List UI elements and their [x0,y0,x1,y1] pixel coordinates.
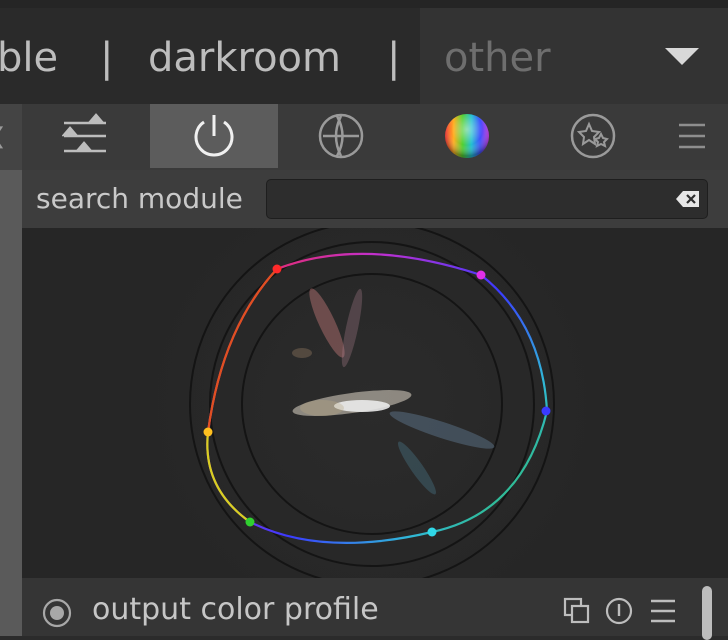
sliders-icon [62,113,106,153]
module-menu-icon[interactable] [648,596,678,626]
view-other[interactable]: other [444,38,551,78]
view-switcher-bar: ble | darkroom | other [0,0,728,104]
search-module-label: search module [36,182,243,215]
other-views-dropdown[interactable]: other [420,8,728,104]
search-module-input[interactable] [266,179,708,219]
reset-icon[interactable] [604,596,634,626]
module-group-tabs [22,104,728,170]
center-view-edge [0,170,22,636]
vectorscope-plot [132,164,612,640]
view-lighttable[interactable]: ble [0,38,58,78]
hue-point-red [272,264,282,274]
lens-icon [318,113,364,159]
view-separator: | [100,35,114,81]
partial-icon: ❮ [0,124,6,149]
top-strip [0,0,728,8]
hue-point-cyan [427,527,437,537]
module-name: output color profile [92,592,379,627]
vectorscope[interactable] [22,164,728,640]
tab-base-modules[interactable] [278,104,404,168]
tab-presets-menu[interactable] [656,104,728,168]
search-module-row: search module [22,170,728,228]
hue-point-yellow [203,427,213,437]
module-enable-icon[interactable] [42,598,72,628]
left-edge-panel: ❮ [0,104,22,636]
scrollbar-thumb[interactable] [702,586,712,640]
tab-active-modules[interactable] [150,104,278,168]
views-list: ble | darkroom | [0,8,420,104]
hamburger-menu-icon [679,123,705,149]
hue-point-blue [541,406,551,416]
view-darkroom[interactable]: darkroom [148,38,341,78]
color-sphere-icon [445,114,489,158]
view-separator: | [387,35,401,81]
chevron-down-icon[interactable] [665,48,699,65]
tab-module-groups-sliders[interactable] [22,104,148,168]
tab-color-modules[interactable] [404,104,530,168]
power-icon [194,115,234,157]
tab-effect-modules[interactable] [530,104,656,168]
module-header-output-color-profile[interactable]: output color profile [22,578,728,640]
right-panel: search module output color profile [22,104,728,640]
hue-point-green [245,517,255,527]
stars-icon [570,113,616,159]
hue-point-magenta [476,270,486,280]
clear-text-icon[interactable] [675,190,701,208]
presets-icon[interactable] [562,596,592,626]
